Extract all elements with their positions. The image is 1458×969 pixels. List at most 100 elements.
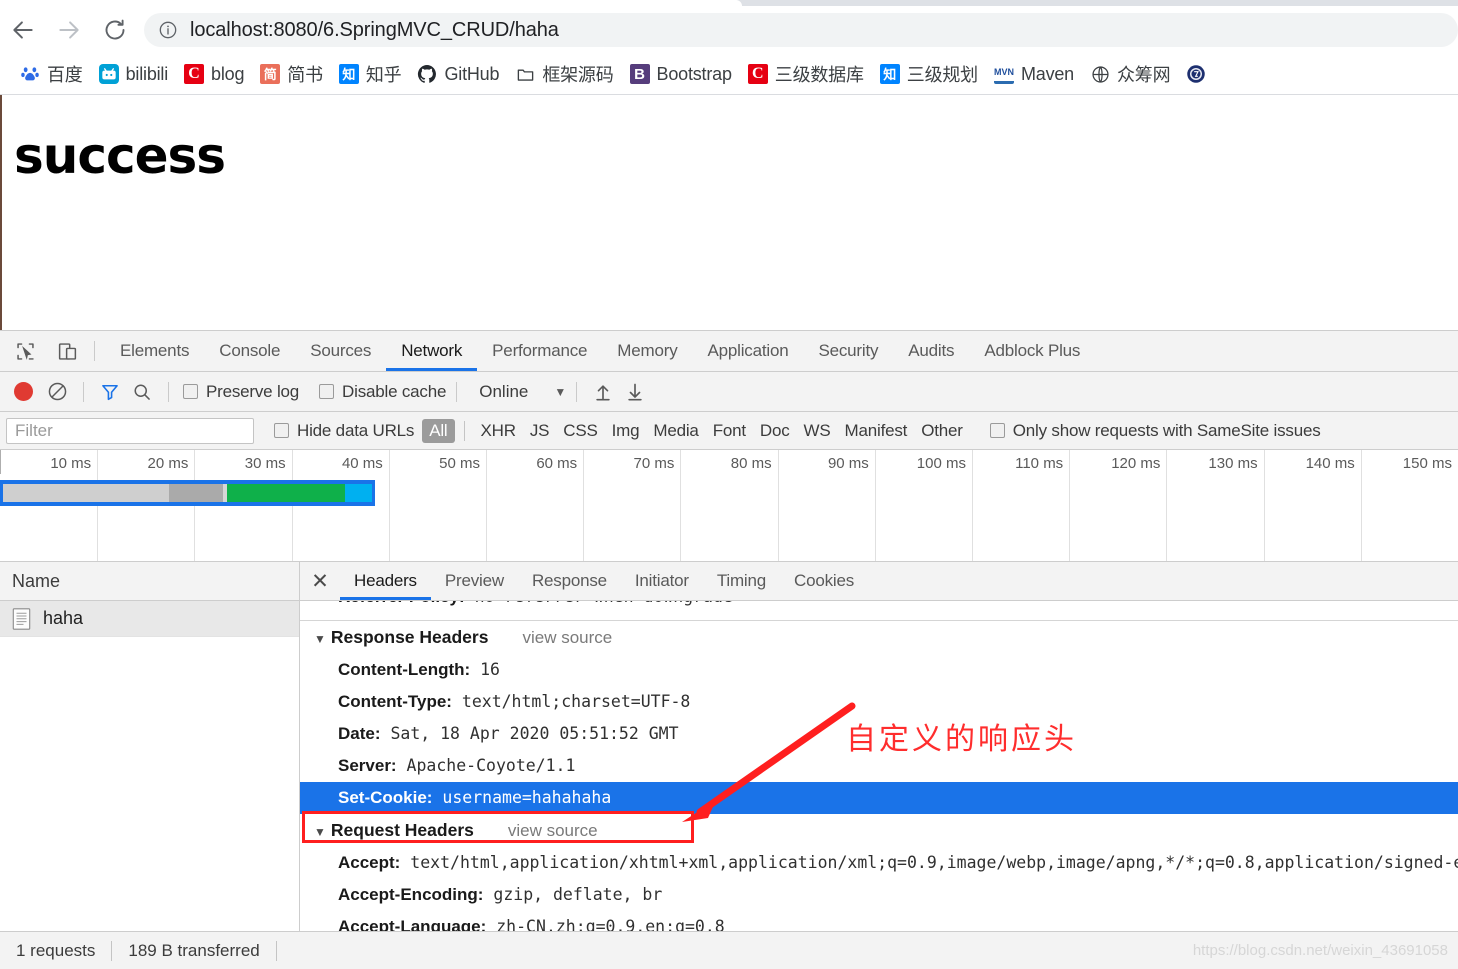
header-row[interactable]: Accept-Encoding: gzip, deflate, br [300, 879, 1458, 911]
record-stop-icon[interactable] [14, 382, 33, 401]
section-request-headers[interactable]: ▼ Request Headers view source [300, 814, 1458, 847]
devtools-panel: Elements Console Sources Network Perform… [0, 330, 1458, 969]
overview-segment [3, 484, 169, 502]
import-har-icon[interactable] [587, 377, 619, 407]
devtools-tab-sources[interactable]: Sources [295, 331, 386, 371]
filter-type-font[interactable]: Font [706, 419, 753, 443]
headers-content[interactable]: Referrer Policy: no-referrer-when-downgr… [300, 601, 1458, 969]
bookmark-label: 众筹网 [1117, 65, 1171, 85]
bookmark-level3-planning[interactable]: 知 三级规划 [872, 59, 986, 89]
bookmark-baidu[interactable]: 百度 [12, 59, 91, 89]
address-bar[interactable]: localhost:8080/6.SpringMVC_CRUD/haha [144, 13, 1458, 47]
timeline-tick-label: 130 ms [1208, 455, 1258, 472]
header-value: gzip, deflate, br [493, 885, 663, 904]
header-key: Referrer Policy: [338, 601, 465, 606]
detail-tab-initiator[interactable]: Initiator [621, 562, 703, 600]
hide-data-urls-checkbox[interactable]: Hide data URLs [274, 421, 414, 441]
filter-input[interactable]: Filter [6, 417, 254, 444]
detail-tab-response[interactable]: Response [518, 562, 621, 600]
header-row[interactable]: Accept: text/html,application/xhtml+xml,… [300, 847, 1458, 879]
view-source-link[interactable]: view source [522, 628, 612, 648]
header-row[interactable]: Referrer Policy: no-referrer-when-downgr… [300, 601, 1458, 613]
bookmark-framework-source[interactable]: 框架源码 [507, 59, 621, 89]
bilibili-icon [98, 64, 119, 84]
network-overview-timeline[interactable]: 10 ms 20 ms 30 ms 40 ms 50 ms 60 ms 70 ms 80 ms… [0, 450, 1458, 562]
detail-tab-timing[interactable]: Timing [703, 562, 780, 600]
filter-type-xhr[interactable]: XHR [474, 419, 523, 443]
timeline-tick [777, 450, 779, 561]
reload-button[interactable] [92, 7, 138, 53]
funnel-filter-icon[interactable] [94, 377, 126, 407]
header-row[interactable]: Content-Length: 16 [300, 654, 1458, 686]
search-icon[interactable] [126, 377, 158, 407]
devtools-tab-security[interactable]: Security [803, 331, 893, 371]
site-info-icon[interactable] [158, 20, 178, 40]
devtools-tab-performance[interactable]: Performance [477, 331, 602, 371]
bookmark-label: 三级数据库 [774, 65, 864, 85]
filter-type-img[interactable]: Img [605, 419, 647, 443]
bookmark-label: GitHub [444, 63, 500, 84]
device-toolbar-icon[interactable] [50, 334, 84, 368]
filter-type-doc[interactable]: Doc [753, 419, 797, 443]
detail-tab-cookies[interactable]: Cookies [780, 562, 868, 600]
bookmark-jianshu[interactable]: 简 简书 [252, 59, 331, 89]
bookmark-blog[interactable]: C blog [176, 59, 252, 89]
header-key: Server: [338, 756, 397, 775]
timeline-tick-label: 30 ms [244, 455, 286, 472]
overview-segment [345, 484, 372, 502]
devtools-tab-elements[interactable]: Elements [105, 331, 204, 371]
back-button[interactable] [0, 7, 46, 53]
timeline-tick [1069, 450, 1071, 561]
bookmark-seal[interactable] [1178, 59, 1221, 89]
filter-type-media[interactable]: Media [646, 419, 705, 443]
devtools-tab-application[interactable]: Application [693, 331, 804, 371]
detail-tab-headers[interactable]: Headers [340, 562, 431, 600]
timeline-tick [972, 450, 973, 561]
timeline-tick [1263, 450, 1265, 561]
devtools-tab-memory[interactable]: Memory [602, 331, 692, 371]
devtools-tab-console[interactable]: Console [204, 331, 295, 371]
devtools-tab-audits[interactable]: Audits [893, 331, 969, 371]
bookmark-maven[interactable]: MVN Maven [986, 59, 1082, 89]
devtools-tab-network[interactable]: Network [386, 331, 477, 371]
clear-icon[interactable] [41, 377, 73, 407]
devtools-tab-adblock-plus[interactable]: Adblock Plus [969, 331, 1095, 371]
preserve-log-checkbox[interactable]: Preserve log [183, 382, 299, 402]
header-row-set-cookie[interactable]: Set-Cookie: username=hahahaha [300, 782, 1458, 814]
filter-type-ws[interactable]: WS [797, 419, 838, 443]
forward-button[interactable] [46, 7, 92, 53]
bookmark-bilibili[interactable]: bilibili [91, 59, 176, 89]
bookmark-github[interactable]: GitHub [409, 59, 507, 89]
bookmark-label: 知乎 [365, 65, 402, 85]
filter-type-other[interactable]: Other [914, 419, 970, 443]
checkbox-box [183, 384, 198, 399]
detail-tab-bar: ✕ Headers Preview Response Initiator Tim… [300, 562, 1458, 601]
detail-tab-preview[interactable]: Preview [431, 562, 518, 600]
throttling-select[interactable]: Online ▼ [467, 382, 566, 402]
inspect-element-icon[interactable] [8, 334, 42, 368]
disable-cache-checkbox[interactable]: Disable cache [319, 382, 446, 402]
filter-type-manifest[interactable]: Manifest [838, 419, 915, 443]
export-har-icon[interactable] [619, 377, 651, 407]
bookmark-level3-database[interactable]: C 三级数据库 [740, 59, 872, 89]
bookmark-zhihu[interactable]: 知 知乎 [331, 59, 410, 89]
header-value: 16 [480, 660, 500, 679]
view-source-link[interactable]: view source [508, 821, 598, 841]
bookmark-label: blog [211, 63, 245, 84]
filter-type-all[interactable]: All [422, 418, 455, 443]
maven-icon: MVN [993, 64, 1014, 84]
filter-type-css[interactable]: CSS [556, 419, 604, 443]
samesite-issues-checkbox[interactable]: Only show requests with SameSite issues [989, 421, 1321, 441]
close-icon[interactable]: ✕ [300, 569, 340, 594]
address-bar-url: localhost:8080/6.SpringMVC_CRUD/haha [190, 18, 559, 41]
bookmark-zhongchou[interactable]: 众筹网 [1082, 59, 1178, 89]
timeline-tick [874, 450, 876, 561]
page-viewport: success [0, 95, 1458, 330]
table-row[interactable]: haha [0, 601, 299, 637]
request-list-header[interactable]: Name [0, 562, 299, 601]
filter-type-js[interactable]: JS [523, 419, 556, 443]
chevron-down-icon: ▼ [554, 384, 567, 399]
section-response-headers[interactable]: ▼ Response Headers view source [300, 621, 1458, 654]
bookmark-bootstrap[interactable]: B Bootstrap [622, 59, 740, 89]
header-key: Content-Type: [338, 692, 452, 711]
